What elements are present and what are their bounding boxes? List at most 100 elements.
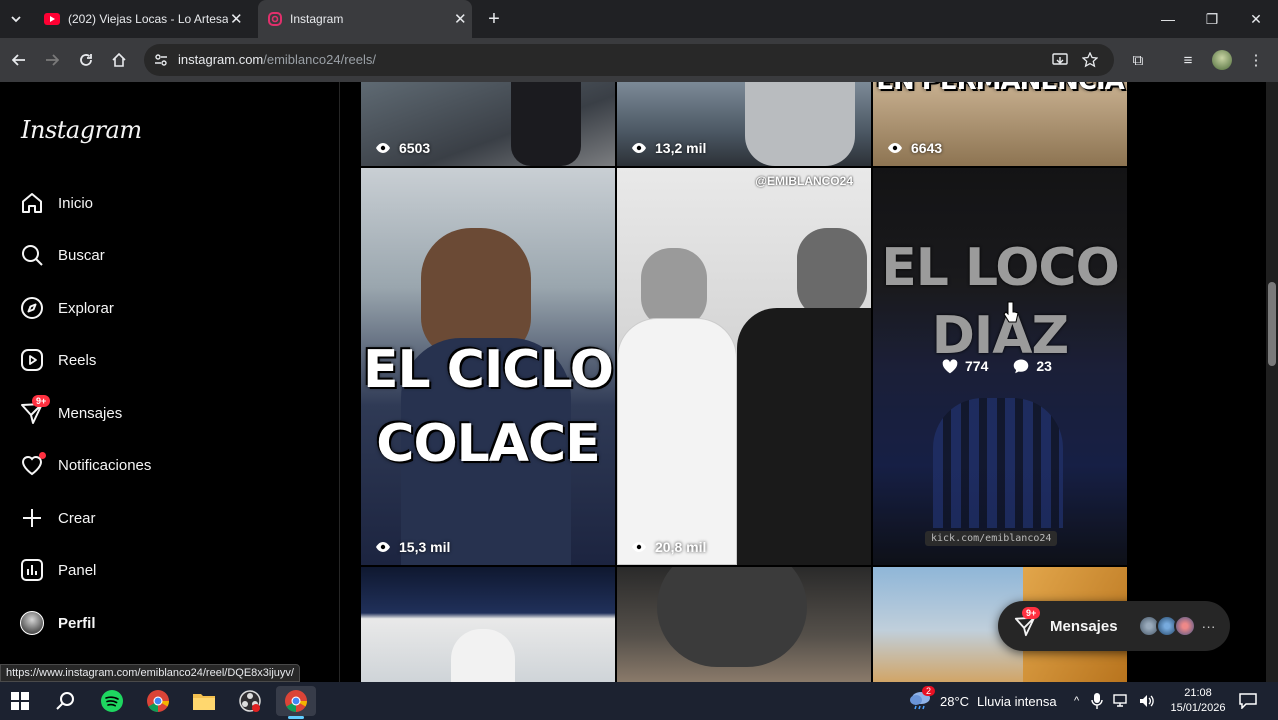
reels-grid: 6503 13,2 mil EN PERMANENCIA 6643 EL CIC…	[341, 82, 1266, 682]
close-tab-icon[interactable]: ✕	[230, 10, 243, 28]
show-hidden-icons-chevron-icon[interactable]: ^	[1074, 695, 1079, 707]
home-button[interactable]	[105, 46, 133, 74]
close-icon: ✕	[1250, 10, 1262, 27]
chrome-menu-button[interactable]: ⋮	[1242, 46, 1270, 74]
extensions-button[interactable]: ⧉	[1124, 46, 1152, 74]
sidebar-item-panel[interactable]: Panel	[20, 555, 96, 585]
taskbar-obs[interactable]	[230, 686, 270, 716]
folder-icon	[193, 694, 215, 710]
install-app-icon[interactable]	[1052, 52, 1068, 68]
tab-youtube[interactable]: (202) Viejas Locas - Lo Artesanal ✕	[34, 0, 250, 38]
tab-title: Instagram	[290, 12, 344, 26]
like-count: 774	[965, 358, 989, 374]
chrome-icon	[147, 690, 169, 712]
view-count-value: 15,3 mil	[399, 539, 451, 555]
messages-pill[interactable]: 9+ Mensajes ···	[998, 601, 1230, 651]
sidebar-item-buscar[interactable]: Buscar	[20, 240, 105, 270]
sidebar-item-perfil[interactable]: Perfil	[20, 608, 96, 638]
tab-instagram[interactable]: Instagram ✕	[258, 0, 472, 38]
windows-taskbar: 2 28°C Lluvia intensa ^ 21:08 15/01/2026	[0, 682, 1278, 720]
restore-icon: ❐	[1205, 10, 1219, 27]
sidebar-item-inicio[interactable]: Inicio	[20, 188, 93, 218]
taskbar-spotify[interactable]	[92, 686, 132, 716]
eye-icon	[888, 143, 902, 153]
more-horizontal-icon: ···	[1201, 618, 1216, 634]
network-icon[interactable]	[1113, 694, 1129, 708]
close-window-button[interactable]: ✕	[1234, 0, 1278, 38]
avatar	[1173, 615, 1196, 637]
clock[interactable]: 21:08 15/01/2026	[1160, 682, 1236, 720]
profile-avatar-icon	[1212, 50, 1232, 70]
address-bar[interactable]: instagram.com/emiblanco24/reels/	[144, 44, 1114, 76]
reel-tile[interactable]: @EMIBLANCO24 20,8 mil	[617, 168, 871, 565]
reload-button[interactable]	[72, 46, 100, 74]
taskbar-search-button[interactable]	[46, 686, 86, 716]
taskbar-file-explorer[interactable]	[184, 686, 224, 716]
eye-icon	[376, 542, 390, 552]
sidebar-item-crear[interactable]: Crear	[20, 503, 96, 533]
view-count: 6503	[375, 140, 430, 156]
reel-tile[interactable]	[361, 567, 615, 682]
instagram-logo[interactable]: Instagram	[21, 116, 142, 144]
start-button[interactable]	[0, 686, 40, 716]
restore-button[interactable]: ❐	[1190, 0, 1234, 38]
reel-tile[interactable]: 13,2 mil	[617, 82, 871, 166]
comment-count: 23	[1036, 358, 1052, 374]
sidebar-item-mensajes[interactable]: 9+ Mensajes	[20, 395, 123, 428]
notification-center-button[interactable]	[1228, 686, 1268, 716]
view-count: 15,3 mil	[375, 539, 450, 555]
message-avatars	[1137, 615, 1196, 637]
mouse-cursor-icon	[1003, 301, 1019, 323]
notification-badge: 9+	[32, 395, 51, 407]
url-path: /emiblanco24/reels/	[263, 52, 376, 67]
instagram-sidebar: Instagram Inicio Buscar Explorar Reels 9…	[0, 82, 340, 682]
more-vertical-icon: ⋮	[1248, 52, 1264, 69]
page-scrollbar[interactable]	[1266, 82, 1278, 682]
forward-button[interactable]	[38, 46, 66, 74]
minimize-icon: —	[1161, 11, 1175, 27]
eye-icon	[632, 143, 646, 153]
heart-filled-icon	[942, 359, 958, 374]
tab-search-button[interactable]	[0, 0, 32, 38]
media-controls-button[interactable]: ≡	[1174, 46, 1202, 74]
notification-badge: 9+	[1022, 607, 1041, 619]
taskbar-chrome-active[interactable]	[276, 686, 316, 719]
site-settings-icon[interactable]	[154, 53, 168, 67]
bookmark-star-icon[interactable]	[1082, 52, 1098, 68]
clock-date: 15/01/2026	[1170, 702, 1226, 714]
eye-icon	[632, 542, 646, 552]
reel-tile[interactable]: 6503	[361, 82, 615, 166]
sidebar-item-label: Perfil	[58, 614, 96, 632]
view-count-value: 6643	[911, 140, 943, 156]
messenger-icon: 9+	[1014, 607, 1041, 637]
reel-tile[interactable]: EL CICLO COLACE 15,3 mil	[361, 168, 615, 565]
reel-tile[interactable]: EL LOCO DIAZ 774 23 kick.com/emiblanco24	[873, 168, 1127, 565]
new-tab-button[interactable]: +	[474, 0, 514, 38]
sidebar-item-reels[interactable]: Reels	[20, 345, 96, 375]
sidebar-item-explorar[interactable]: Explorar	[20, 293, 114, 323]
close-tab-icon[interactable]: ✕	[454, 10, 467, 28]
home-icon	[20, 191, 44, 215]
reels-icon	[20, 348, 44, 372]
weather-widget[interactable]: 2 28°C Lluvia intensa	[908, 682, 1057, 720]
sidebar-item-label: Explorar	[58, 299, 114, 317]
volume-icon[interactable]	[1139, 694, 1155, 708]
sidebar-item-notificaciones[interactable]: Notificaciones	[20, 450, 151, 480]
chrome-icon	[285, 690, 307, 712]
microphone-icon[interactable]	[1091, 693, 1103, 709]
plus-icon	[20, 506, 44, 530]
chat-bubble-icon	[1239, 693, 1257, 709]
weather-temp: 28°C	[940, 693, 970, 709]
back-button[interactable]	[5, 46, 33, 74]
search-icon	[20, 243, 44, 267]
minimize-button[interactable]: —	[1146, 0, 1190, 38]
taskbar-chrome[interactable]	[138, 686, 178, 716]
sidebar-item-label: Mensajes	[58, 404, 123, 422]
view-count-value: 13,2 mil	[655, 140, 707, 156]
chevron-down-icon	[11, 16, 21, 23]
tray-icons: ^	[1074, 682, 1155, 720]
reel-tile[interactable]	[617, 567, 871, 682]
reel-tile[interactable]: EN PERMANENCIA 6643	[873, 82, 1127, 166]
profile-button[interactable]	[1208, 46, 1236, 74]
scrollbar-thumb[interactable]	[1268, 282, 1276, 366]
